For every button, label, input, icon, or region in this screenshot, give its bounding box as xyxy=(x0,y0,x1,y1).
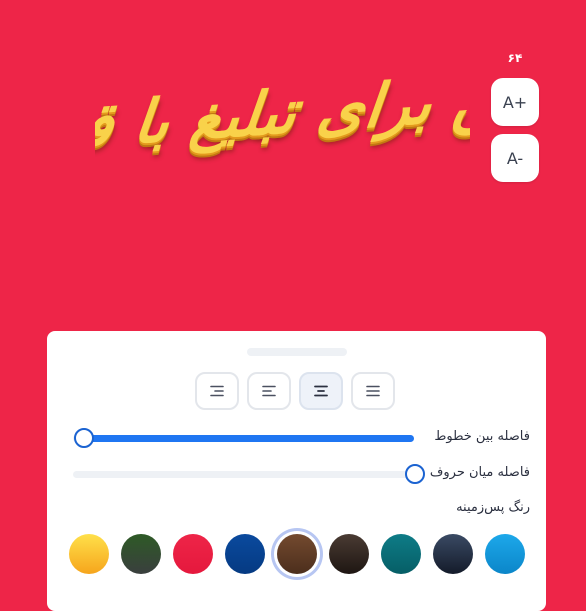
color-swatch-dark-green[interactable] xyxy=(121,534,161,574)
color-swatch-brown[interactable] xyxy=(277,534,317,574)
color-swatch-red[interactable] xyxy=(173,534,213,574)
align-right-button[interactable] xyxy=(195,372,239,410)
align-center-button[interactable] xyxy=(299,372,343,410)
color-swatch-royal-blue[interactable] xyxy=(225,534,265,574)
settings-panel: فاصله بین خطوط فاصله میان حروف رنگ پس‌زم… xyxy=(47,331,546,611)
line-spacing-label: فاصله بین خطوط xyxy=(434,429,530,444)
letter-spacing-thumb[interactable] xyxy=(405,464,425,484)
background-color-label: رنگ پس‌زمینه xyxy=(456,500,530,515)
preview-text: متن برای تبلیغ با قمر xyxy=(95,59,470,167)
letter-spacing-slider[interactable] xyxy=(73,464,425,484)
letter-spacing-label: فاصله میان حروف xyxy=(429,465,530,480)
drag-handle[interactable] xyxy=(247,348,347,356)
align-justify-icon xyxy=(366,385,380,397)
line-spacing-fill xyxy=(83,435,414,442)
align-left-button[interactable] xyxy=(247,372,291,410)
align-center-icon xyxy=(314,385,328,397)
align-left-icon xyxy=(262,385,276,397)
background-color-swatches xyxy=(69,534,529,580)
line-spacing-slider[interactable] xyxy=(73,428,414,448)
color-swatch-dark-brown[interactable] xyxy=(329,534,369,574)
line-spacing-thumb[interactable] xyxy=(74,428,95,448)
preview-text-area: متن برای تبلیغ با قمر xyxy=(95,38,470,188)
increase-font-size-button[interactable]: A+ xyxy=(491,78,539,126)
align-justify-button[interactable] xyxy=(351,372,395,410)
decrease-font-size-button[interactable]: A- xyxy=(491,134,539,182)
align-right-icon xyxy=(210,385,224,397)
color-swatch-navy-gray[interactable] xyxy=(433,534,473,574)
color-swatch-sky-blue[interactable] xyxy=(485,534,525,574)
color-swatch-teal[interactable] xyxy=(381,534,421,574)
color-swatch-yellow-orange[interactable] xyxy=(69,534,109,574)
font-size-value: ۶۴ xyxy=(507,51,523,65)
